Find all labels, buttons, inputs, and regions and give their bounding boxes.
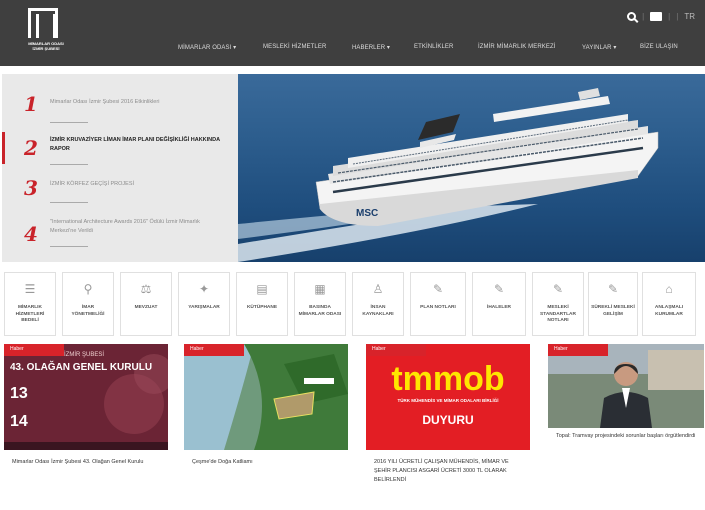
category-basinda-mimarlar-odasi[interactable]: ▦ BASINDA MİMARLAR ODASI [294,272,346,336]
slider-active-indicator [2,132,5,164]
svg-text:İZMİR ŞUBESİ: İZMİR ŞUBESİ [64,351,104,358]
site-header: MİMARLAR ODASI İZMİR ŞUBESİ | | | TR MİM… [0,0,705,66]
category-label: MİMARLIK HİZMETLERİ BEDELİ [15,305,45,323]
news-badge: Haber [548,344,608,356]
nav-etkinlikler[interactable]: ETKİNLİKLER [414,44,453,50]
mail-icon[interactable] [650,12,663,21]
svg-text:tmmob: tmmob [391,360,504,398]
building-icon: ⌂ [665,282,673,296]
category-mesleki-standartlar[interactable]: ✎ MESLEKİ STANDARTLAR NOTLARI [532,272,584,336]
category-bar: ☰ MİMARLIK HİZMETLERİ BEDELİ ⚲ İMAR YÖNE… [0,272,705,336]
news-title[interactable]: Topal: Tramvay projesindeki sorunlar baş… [556,432,702,441]
news-card-image[interactable]: İZMİR ŞUBESİ 43. OLAĞAN GENEL KURULU 13 … [4,344,168,450]
nav-mesleki-hizmetler[interactable]: MESLEKİ HİZMETLER [263,44,326,50]
hero-slider: 1 Mimarlar Odası İzmir Şubesi 2016 Etkin… [0,74,705,262]
cruise-ship-illustration: MSC [238,88,659,262]
hero-ship-image[interactable]: MSC [238,74,705,262]
svg-text:14: 14 [10,413,28,430]
category-yarismalar[interactable]: ✦ YARIŞMALAR [178,272,230,336]
category-insan-kaynaklari[interactable]: ♙ İNSAN KAYNAKLARI [352,272,404,336]
svg-text:DUYURU: DUYURU [422,413,473,427]
news-card-image[interactable]: Haber [548,344,704,428]
svg-text:TÜRK MÜHENDİS VE MİMAR ODALARI: TÜRK MÜHENDİS VE MİMAR ODALARI BİRLİĞİ [398,396,499,403]
list-icon: ☰ [24,282,36,296]
news-card-image[interactable]: Haber [184,344,348,450]
category-label: BASINDA MİMARLAR ODASI [298,305,342,317]
slider-list: 1 Mimarlar Odası İzmir Şubesi 2016 Etkin… [2,74,238,262]
category-label: SÜREKLİ MESLEKİ GELİŞİM [591,305,635,317]
news-card-image[interactable]: tmmob TÜRK MÜHENDİS VE MİMAR ODALARI BİR… [366,344,530,450]
svg-text:43. OLAĞAN GENEL KURULU: 43. OLAĞAN GENEL KURULU [10,360,152,373]
edit-icon: ✎ [552,282,564,296]
news-card[interactable]: İZMİR ŞUBESİ 43. OLAĞAN GENEL KURULU 13 … [4,344,170,494]
slider-item-number: 1 [24,92,38,116]
slider-item-number: 3 [24,176,38,200]
slider-item-title: İZMİR KÖRFEZ GEÇİŞİ PROJESİ [50,181,135,187]
nav-mimarlar-odasi[interactable]: MİMARLAR ODASI ▾ [178,44,236,51]
svg-text:13: 13 [10,385,28,402]
news-title[interactable]: 2016 YILI ÜCRETLİ ÇALIŞAN MÜHENDİS, MİMA… [374,458,514,485]
news-badge: Haber [184,344,244,356]
category-plan-notlari[interactable]: ✎ PLAN NOTLARI [410,272,466,336]
category-label: MEVZUAT [134,305,158,310]
slider-item-number: 4 [24,222,38,246]
search-icon[interactable] [627,12,637,21]
person-icon: ♙ [372,282,384,296]
category-kutuphane[interactable]: ▤ KÜTÜPHANE [236,272,288,336]
category-mevzuat[interactable]: ⚖ MEVZUAT [120,272,172,336]
newspaper-icon: ▦ [314,282,326,296]
ship-name-text: MSC [356,208,378,219]
book-icon: ▤ [256,282,268,296]
nav-izmir-mimarlik-merkezi[interactable]: İZMİR MİMARLIK MERKEZİ [478,44,556,50]
category-surekli-mesleki-gelisim[interactable]: ✎ SÜREKLİ MESLEKİ GELİŞİM [588,272,638,336]
category-label: İNSAN KAYNAKLARI [362,305,394,317]
category-ihaleler[interactable]: ✎ İHALELER [472,272,526,336]
category-label: İMAR YÖNETMELİĞİ [71,305,105,317]
edit-icon: ✎ [493,282,505,296]
news-badge: Haber [366,344,426,356]
news-card[interactable]: tmmob TÜRK MÜHENDİS VE MİMAR ODALARI BİR… [366,344,532,494]
slider-item-title: Mimarlar Odası İzmir Şubesi 2016 Etkinli… [50,99,160,105]
category-label: YARIŞMALAR [188,305,220,310]
slider-item-title: "International Architecture Awards 2016"… [50,219,200,234]
pin-icon: ⚲ [83,282,93,296]
category-mimarlik-hizmetleri-bedeli[interactable]: ☰ MİMARLIK HİZMETLERİ BEDELİ [4,272,56,336]
nav-yayinlar[interactable]: YAYINLAR ▾ [582,44,616,51]
category-label: KÜTÜPHANE [246,305,278,310]
slider-item-number: 2 [24,136,38,160]
language-switch[interactable]: TR [684,12,695,21]
category-label: MESLEKİ STANDARTLAR NOTLARI [540,305,576,323]
logo-mark-icon [28,8,58,38]
news-title[interactable]: Mimarlar Odası İzmir Şubesi 43. Olağan G… [12,458,162,467]
category-anlasmali-kurumlar[interactable]: ⌂ ANLAŞMALI KURUMLAR [642,272,696,336]
news-badge: Haber [4,344,64,356]
news-card[interactable]: Haber Çeşme'de Doğa Katliamı [184,344,350,494]
category-label: ANLAŞMALI KURUMLAR [654,305,684,317]
edit-icon: ✎ [432,282,444,296]
header-tools: | | | TR [627,12,695,21]
category-imar-yonetmeligi[interactable]: ⚲ İMAR YÖNETMELİĞİ [62,272,114,336]
scale-icon: ⚖ [140,282,152,296]
slider-item-title: İZMİR KRUVAZİYER LİMAN İMAR PLANI DEĞİŞİ… [50,137,220,152]
main-nav: MİMARLAR ODASI ▾ MESLEKİ HİZMETLER HABER… [0,44,705,60]
category-label: PLAN NOTLARI [420,305,456,310]
nav-bize-ulasin[interactable]: BİZE ULAŞIN [640,44,678,50]
news-card[interactable]: Haber Topal: Tramvay projesindeki sorunl… [548,344,704,494]
edit-icon: ✎ [607,282,619,296]
category-label: İHALELER [487,305,511,310]
nav-haberler[interactable]: HABERLER ▾ [352,44,390,51]
news-title[interactable]: Çeşme'de Doğa Katliamı [192,458,342,467]
megaphone-icon: ✦ [198,282,210,296]
